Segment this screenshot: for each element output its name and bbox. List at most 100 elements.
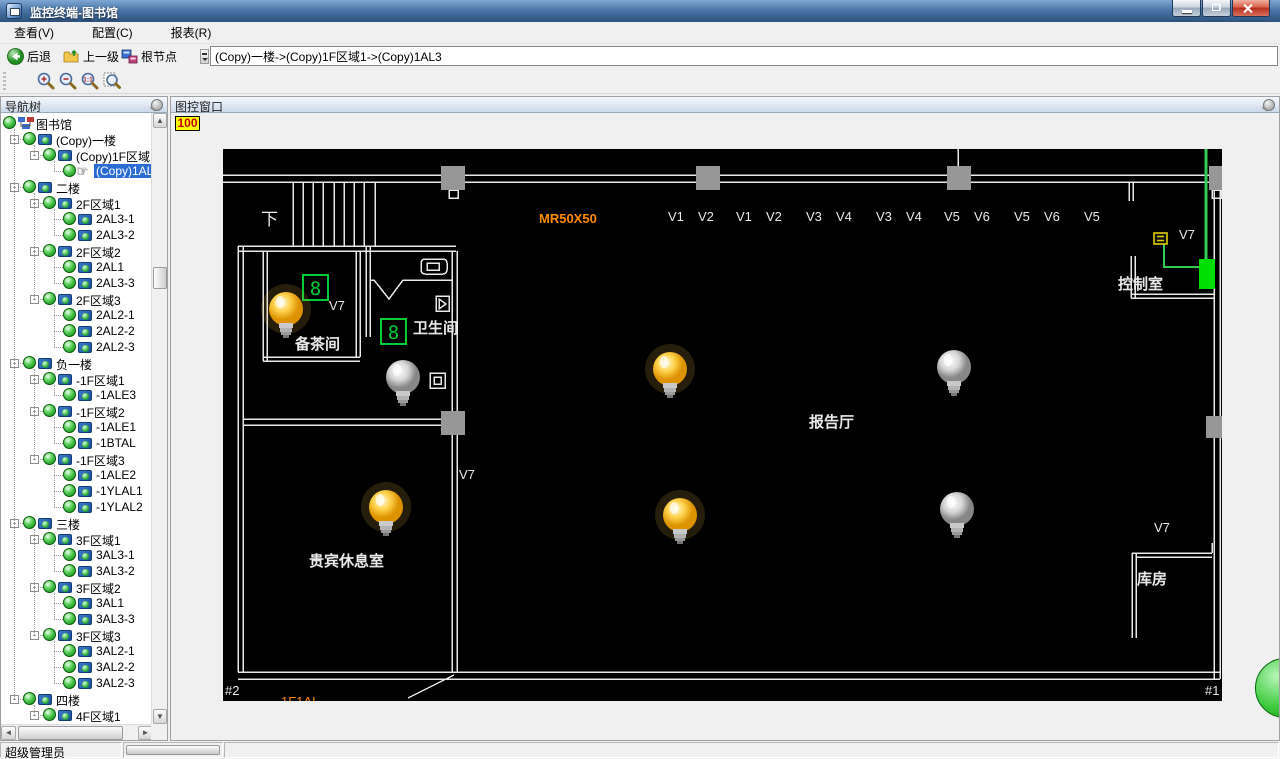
root-node-button[interactable]: 根节点 xyxy=(118,46,180,66)
tree-item-四楼[interactable]: - 四楼 xyxy=(1,691,153,708)
tree-item-label[interactable]: (Copy)1AL3 xyxy=(94,164,153,178)
back-button[interactable]: 后退 xyxy=(4,46,54,66)
tree-item-label[interactable]: 3AL3-2 xyxy=(94,564,137,578)
tree-item-图书馆[interactable]: 图书馆 xyxy=(1,115,153,132)
tree-item-4F区域1[interactable]: -4F区域1 xyxy=(1,707,153,724)
tree-item-2AL3-3[interactable]: 2AL3-3 xyxy=(1,275,153,291)
address-input[interactable] xyxy=(210,46,1278,66)
tree-item-(Copy)1AL3[interactable]: ☞ (Copy)1AL3 xyxy=(1,163,153,179)
tree-item-2AL1[interactable]: 2AL1 xyxy=(1,259,153,275)
tree-item--1F区域2[interactable]: - -1F区域2 xyxy=(1,403,153,420)
tree-item-3AL3-3[interactable]: 3AL3-3 xyxy=(1,611,153,627)
magnifier-pin-icon[interactable] xyxy=(151,99,163,111)
tree-item-2AL3-2[interactable]: 2AL3-2 xyxy=(1,227,153,243)
tree-item-(Copy)一楼[interactable]: - (Copy)一楼 xyxy=(1,131,153,148)
status-sphere-icon xyxy=(23,516,36,529)
tree-item--1YLAL1[interactable]: -1YLAL1 xyxy=(1,483,153,499)
tree-item-label[interactable]: 2AL1 xyxy=(94,260,126,274)
tree-item--1F区域1[interactable]: - -1F区域1 xyxy=(1,371,153,388)
tree-item--1YLAL2[interactable]: -1YLAL2 xyxy=(1,499,153,515)
tree-item-label[interactable]: 3AL2-2 xyxy=(94,660,137,674)
tree-item-2F区域3[interactable]: -2F区域3 xyxy=(1,291,153,308)
tree-item-label[interactable]: 3AL2-3 xyxy=(94,676,137,690)
tree-item--1ALE2[interactable]: -1ALE2 xyxy=(1,467,153,483)
tree-item-二楼[interactable]: - 二楼 xyxy=(1,179,153,196)
tree-item-label[interactable]: 2AL2-3 xyxy=(94,340,137,354)
light-bulb-off[interactable] xyxy=(937,350,971,396)
toolbar-grip[interactable] xyxy=(3,72,6,90)
tree-item--1ALE1[interactable]: -1ALE1 xyxy=(1,419,153,435)
toolbar-overflow-handle[interactable] xyxy=(200,49,209,64)
menu-item-1[interactable]: 配置(C) xyxy=(86,21,147,44)
tree-item-label[interactable]: 3AL1 xyxy=(94,596,126,610)
tree-item-label[interactable]: 3AL2-1 xyxy=(94,644,137,658)
control-box[interactable] xyxy=(1199,259,1215,289)
tree-item--1F区域3[interactable]: - -1F区域3 xyxy=(1,451,153,468)
tree-item-label[interactable]: -1ALE1 xyxy=(94,420,138,434)
tree-item-3F区域2[interactable]: -3F区域2 xyxy=(1,579,153,596)
tree-item--1ALE3[interactable]: -1ALE3 xyxy=(1,387,153,403)
tree-vertical-scrollbar[interactable]: ▲ ▼ xyxy=(151,113,167,724)
tree-item-label[interactable]: 3AL3-1 xyxy=(94,548,137,562)
tree-horizontal-scrollbar[interactable]: ◄ ► xyxy=(1,724,153,740)
tree-item-label[interactable]: -1ALE3 xyxy=(94,388,138,402)
scroll-up-button[interactable]: ▲ xyxy=(153,113,167,128)
zoom-out-button[interactable] xyxy=(58,71,78,91)
horizontal-scroll-thumb[interactable] xyxy=(18,726,123,740)
tree-item-3AL3-2[interactable]: 3AL3-2 xyxy=(1,563,153,579)
light-bulb-on[interactable] xyxy=(361,482,411,536)
light-bulb-on[interactable] xyxy=(655,490,705,544)
light-bulb-on[interactable] xyxy=(645,344,695,398)
tree-item-负一楼[interactable]: - 负一楼 xyxy=(1,355,153,372)
tree-item-label[interactable]: -1ALE2 xyxy=(94,468,138,482)
status-orb[interactable] xyxy=(1255,658,1279,718)
tree-item-2F区域2[interactable]: -2F区域2 xyxy=(1,243,153,260)
vertical-scroll-thumb[interactable] xyxy=(153,267,167,289)
tree-item-label[interactable]: -1YLAL1 xyxy=(94,484,145,498)
tree-item-三楼[interactable]: - 三楼 xyxy=(1,515,153,532)
tree-item-label[interactable]: 4F区域1 xyxy=(74,708,123,724)
tree-item-label[interactable]: 2AL3-2 xyxy=(94,228,137,242)
wall-switch-icon[interactable] xyxy=(1153,232,1168,245)
tree-item-2F区域1[interactable]: -2F区域1 xyxy=(1,195,153,212)
tree-item-2AL2-1[interactable]: 2AL2-1 xyxy=(1,307,153,323)
close-button[interactable] xyxy=(1232,0,1270,17)
light-bulb-on[interactable] xyxy=(261,284,311,338)
tree-item-label[interactable]: 2AL3-3 xyxy=(94,276,137,290)
tree-connector xyxy=(54,171,63,172)
floor-plan-canvas[interactable]: 下 MR50X50 V1 V2 V1 V2 V3 V4 V3 V4 V5 V6 V5 V6 V5 V7 控制室 V… xyxy=(223,149,1222,701)
minimize-button[interactable] xyxy=(1172,0,1201,17)
restore-button[interactable] xyxy=(1202,0,1231,17)
tree-item-label[interactable]: 2AL3-1 xyxy=(94,212,137,226)
scroll-left-button[interactable]: ◄ xyxy=(1,726,16,740)
tree-item-label[interactable]: 3AL3-3 xyxy=(94,612,137,626)
sensor-icon[interactable]: 8 xyxy=(380,318,407,345)
scroll-down-button[interactable]: ▼ xyxy=(153,709,167,724)
tree-item-2AL2-3[interactable]: 2AL2-3 xyxy=(1,339,153,355)
tree-item-label[interactable]: -1YLAL2 xyxy=(94,500,145,514)
menu-item-0[interactable]: 查看(V) xyxy=(8,21,68,44)
up-level-button[interactable]: 上一级 xyxy=(60,46,122,66)
tree-item-3AL3-1[interactable]: 3AL3-1 xyxy=(1,547,153,563)
light-bulb-off[interactable] xyxy=(386,360,420,406)
zoom-in-button[interactable] xyxy=(36,71,56,91)
tree-item-label[interactable]: -1BTAL xyxy=(94,436,138,450)
tree-item-label[interactable]: 2AL2-1 xyxy=(94,308,137,322)
tree-item-3AL2-2[interactable]: 3AL2-2 xyxy=(1,659,153,675)
light-bulb-off[interactable] xyxy=(940,492,974,538)
menu-item-2[interactable]: 报表(R) xyxy=(165,21,226,44)
tree-item-3AL1[interactable]: 3AL1 xyxy=(1,595,153,611)
status-sphere-icon xyxy=(63,436,76,449)
tree-item-label[interactable]: 2AL2-2 xyxy=(94,324,137,338)
tree-item-(Copy)1F区域1[interactable]: - (Copy)1F区域1 xyxy=(1,147,153,164)
tree-item-2AL3-1[interactable]: 2AL3-1 xyxy=(1,211,153,227)
tree-item-3F区域1[interactable]: -3F区域1 xyxy=(1,531,153,548)
magnifier-pin-icon[interactable] xyxy=(1263,99,1275,111)
zoom-actual-button[interactable]: 1:1 xyxy=(80,71,100,91)
tree-item-3AL2-1[interactable]: 3AL2-1 xyxy=(1,643,153,659)
tree-item--1BTAL[interactable]: -1BTAL xyxy=(1,435,153,451)
tree-item-2AL2-2[interactable]: 2AL2-2 xyxy=(1,323,153,339)
zoom-fit-button[interactable] xyxy=(102,71,122,91)
tree-item-3AL2-3[interactable]: 3AL2-3 xyxy=(1,675,153,691)
tree-item-3F区域3[interactable]: -3F区域3 xyxy=(1,627,153,644)
